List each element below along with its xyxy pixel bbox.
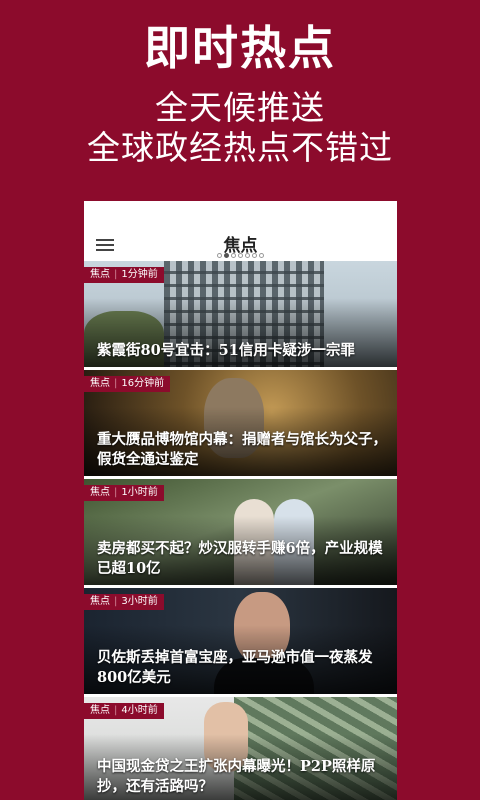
- news-card[interactable]: 焦点 | 16分钟前 重大赝品博物馆内幕：捐赠者与馆长为父子，假货全通过鉴定: [84, 370, 397, 476]
- page-dot-active: [224, 253, 229, 258]
- promo-subtitle-line2: 全球政经热点不错过: [87, 128, 393, 167]
- page-dot: [231, 253, 236, 258]
- news-headline: 贝佐斯丢掉首富宝座，亚马逊市值一夜蒸发800亿美元: [97, 649, 373, 686]
- page-dot: [217, 253, 222, 258]
- news-tag: 焦点 | 1分钟前: [84, 267, 164, 283]
- news-card[interactable]: 焦点 | 4小时前 中国现金贷之王扩张内幕曝光！P2P照样原抄，还有活路吗？: [84, 697, 397, 800]
- news-time: 16分钟前: [121, 378, 165, 389]
- page-dot: [238, 253, 243, 258]
- page-indicator: [84, 253, 397, 258]
- promo-subtitle: 全天候推送 全球政经热点不错过: [0, 88, 480, 168]
- news-card[interactable]: 焦点 | 3小时前 贝佐斯丢掉首富宝座，亚马逊市值一夜蒸发800亿美元: [84, 588, 397, 694]
- news-time: 1分钟前: [121, 269, 158, 280]
- promo-title: 即时热点: [144, 21, 336, 75]
- news-card[interactable]: 焦点 | 1小时前 卖房都买不起？炒汉服转手赚6倍，产业规模已超10亿: [84, 479, 397, 585]
- news-headline: 紫霞街80号宜击：51信用卡疑涉一宗罪: [97, 342, 355, 359]
- page-dot: [252, 253, 257, 258]
- news-card[interactable]: 焦点 | 1分钟前 紫霞街80号宜击：51信用卡疑涉一宗罪: [84, 261, 397, 367]
- app-screen: 焦点 焦点 | 1分钟前 紫霞街80号宜击：51信用卡疑涉一宗罪 焦点 | 16分钟前 …: [84, 201, 397, 800]
- page-dot: [259, 253, 264, 258]
- news-time: 4小时前: [121, 705, 158, 716]
- news-time: 3小时前: [121, 596, 158, 607]
- news-tag: 焦点 | 3小时前: [84, 594, 164, 610]
- promo-subtitle-line1: 全天候推送: [155, 88, 325, 127]
- news-time: 1小时前: [121, 487, 158, 498]
- app-header: 焦点: [84, 201, 397, 261]
- news-tag: 焦点 | 1小时前: [84, 485, 164, 501]
- news-headline: 卖房都买不起？炒汉服转手赚6倍，产业规模已超10亿: [97, 540, 383, 577]
- news-tag: 焦点 | 16分钟前: [84, 376, 171, 392]
- news-headline: 中国现金贷之王扩张内幕曝光！P2P照样原抄，还有活路吗？: [97, 758, 376, 795]
- news-headline: 重大赝品博物馆内幕：捐赠者与馆长为父子，假货全通过鉴定: [97, 431, 387, 468]
- page-dot: [245, 253, 250, 258]
- news-tag: 焦点 | 4小时前: [84, 703, 164, 719]
